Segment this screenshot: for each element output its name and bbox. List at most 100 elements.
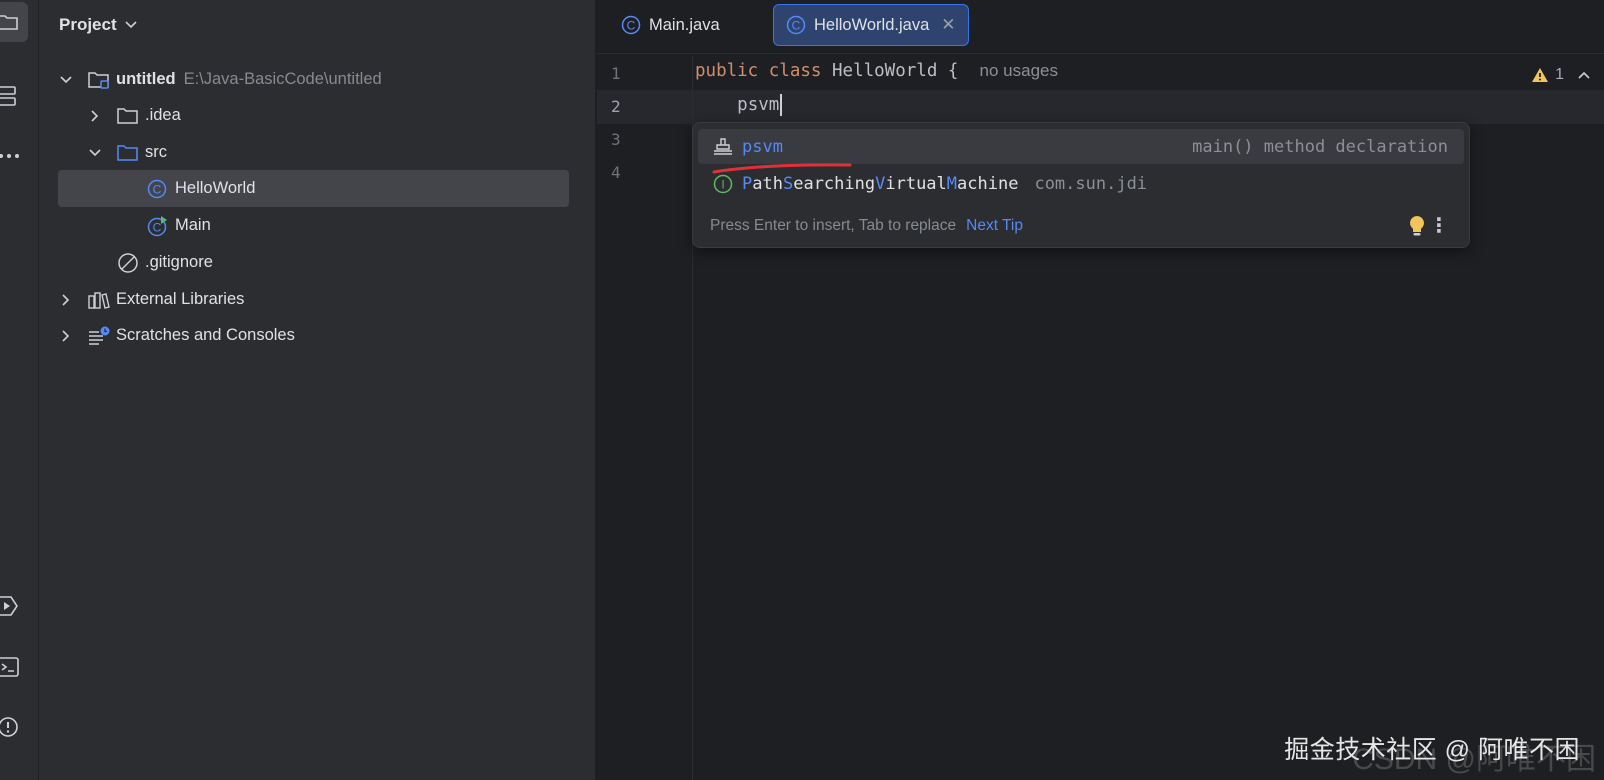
match-char: S [782, 173, 794, 194]
run-icon [0, 596, 18, 616]
tree-item-gitignore[interactable]: .gitignore [59, 244, 569, 281]
structure-icon [0, 86, 16, 106]
editor-tab-bar: C Main.java C HelloWorld.java ✕ [597, 0, 1604, 54]
folder-icon [0, 15, 18, 30]
run-tool-button[interactable] [0, 586, 28, 626]
completion-footer-text: Press Enter to insert, Tab to replace [710, 217, 957, 234]
tab-helloworld-java[interactable]: C HelloWorld.java ✕ [773, 4, 969, 46]
chevron-right-icon[interactable] [59, 293, 73, 307]
project-path-hint: E:\Java-BasicCode\untitled [183, 70, 382, 88]
problems-icon [0, 717, 18, 737]
tree-item-idea[interactable]: .idea [59, 97, 569, 134]
completion-name: psvm [742, 136, 783, 157]
project-panel: Project untitled E:\Java-BasicCode\untitl… [39, 0, 596, 780]
code-line-2[interactable]: psvm [695, 94, 783, 116]
tree-item-untitled[interactable]: untitled E:\Java-BasicCode\untitled [59, 61, 569, 98]
completion-item-psvm[interactable]: psvm main() method declaration [698, 129, 1464, 174]
watermark: 掘金技术社区 @ 阿唯不困 [1284, 736, 1580, 764]
tree-item-src[interactable]: src [59, 134, 569, 171]
tree-item-label: Main [175, 216, 211, 234]
svg-text:C: C [627, 19, 636, 33]
interface-icon: I [712, 173, 734, 195]
svg-text:C: C [153, 220, 162, 234]
line-number: 3 [611, 130, 621, 149]
completion-detail: main() method declaration [1192, 136, 1448, 157]
completion-footer: Press Enter to insert, Tab to replace Ne… [693, 205, 1469, 247]
typed-text: psvm [737, 95, 780, 115]
warning-count: 1 [1555, 66, 1564, 83]
name-part: ath [752, 173, 783, 194]
ignored-file-icon [117, 252, 139, 274]
tree-item-label: External Libraries [116, 290, 245, 308]
terminal-icon [0, 657, 19, 677]
tree-item-label: Scratches and Consoles [116, 326, 295, 344]
chevron-right-icon[interactable] [88, 109, 102, 123]
inspections-widget[interactable]: 1 [1531, 66, 1564, 84]
chevron-down-icon [125, 21, 137, 29]
line-number: 2 [611, 97, 621, 116]
library-icon [88, 289, 110, 311]
completion-item-pathsearchingvirtualmachine[interactable]: I PathSearchingVirtualMachine com.sun.jdi [698, 166, 1464, 201]
lightbulb-icon[interactable] [1409, 215, 1425, 242]
name-part: earching [793, 173, 876, 194]
match-char: V [875, 173, 886, 194]
match-char: P [742, 173, 753, 194]
completion-package: com.sun.jdi [1034, 173, 1148, 194]
folder-icon [117, 105, 139, 127]
tree-item-external-libraries[interactable]: External Libraries [59, 281, 569, 318]
terminal-tool-button[interactable] [0, 647, 28, 687]
tab-label: HelloWorld.java [814, 15, 930, 34]
class-icon: C [146, 178, 168, 200]
tab-label: Main.java [649, 15, 720, 34]
tab-main-java[interactable]: C Main.java [609, 4, 732, 46]
module-folder-icon [88, 69, 110, 91]
svg-text:C: C [153, 182, 162, 196]
tree-item-label: .gitignore [145, 253, 213, 271]
svg-text:I: I [721, 177, 724, 191]
code-line-1[interactable]: public class HelloWorld { no usages [695, 61, 1058, 81]
keyword-class: class [768, 61, 822, 81]
close-icon[interactable]: ✕ [941, 15, 955, 35]
scratches-icon [88, 325, 110, 347]
runnable-class-icon: C [147, 215, 169, 237]
name-part: achine [957, 173, 1019, 194]
name-part: irtual [885, 173, 947, 194]
svg-text:C: C [792, 19, 801, 33]
open-brace: { [947, 61, 959, 81]
match-char: M [946, 173, 958, 194]
line-number: 1 [611, 64, 621, 83]
problems-tool-button[interactable] [0, 707, 28, 747]
editor-area: C Main.java C HelloWorld.java ✕ 1 2 3 4 … [597, 0, 1604, 780]
tree-item-scratches[interactable]: Scratches and Consoles [59, 317, 569, 354]
structure-tool-button[interactable] [0, 76, 28, 116]
chevron-up-icon[interactable] [1578, 66, 1590, 82]
tree-item-helloworld[interactable]: C HelloWorld [58, 170, 569, 207]
tree-item-label: untitled [116, 70, 176, 88]
class-name: HelloWorld [832, 61, 938, 81]
chevron-down-icon[interactable] [59, 73, 73, 87]
project-panel-title: Project [59, 15, 117, 34]
class-icon: C [786, 15, 806, 35]
usages-hint[interactable]: no usages [980, 61, 1058, 80]
warning-icon [1532, 68, 1549, 82]
class-icon: C [621, 15, 641, 35]
tool-window-strip [0, 0, 39, 780]
keyword-public: public [695, 61, 759, 81]
code-completion-popup: psvm main() method declaration I PathSea… [692, 122, 1470, 248]
tree-item-main[interactable]: C Main [59, 207, 569, 244]
more-tools-button[interactable] [0, 136, 28, 176]
more-dots-icon [0, 154, 19, 158]
tree-item-label: HelloWorld [175, 179, 256, 197]
next-tip-link[interactable]: Next Tip [966, 217, 1023, 235]
tree-item-label: src [145, 143, 167, 161]
chevron-down-icon[interactable] [88, 146, 102, 160]
tree-item-label: .idea [145, 106, 181, 124]
line-number: 4 [611, 163, 621, 182]
chevron-right-icon[interactable] [59, 329, 73, 343]
more-options-icon[interactable]: ⋮ [1429, 213, 1449, 238]
project-tool-button[interactable] [0, 2, 28, 42]
text-caret [780, 94, 783, 116]
project-panel-header[interactable]: Project [59, 14, 137, 36]
live-template-icon [712, 136, 734, 158]
source-folder-icon [117, 142, 139, 164]
